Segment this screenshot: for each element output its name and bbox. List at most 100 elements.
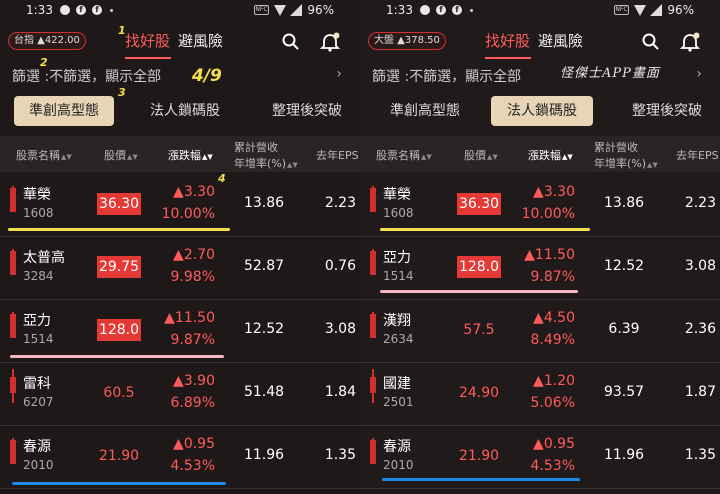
tab-find-stocks[interactable]: 找好股 xyxy=(485,30,530,51)
bell-icon[interactable] xyxy=(680,32,700,52)
wifi-icon xyxy=(634,5,646,16)
search-icon[interactable] xyxy=(641,32,661,52)
col-name[interactable]: 股票名稱▲▼ xyxy=(16,147,72,163)
highlight-underline-blue xyxy=(382,478,580,481)
col-price[interactable]: 股價▲▼ xyxy=(464,147,498,163)
annotation-2: 2 xyxy=(40,56,48,69)
index-badge[interactable]: 大盤 ▲378.50 xyxy=(368,32,446,50)
stock-price: 128.0 xyxy=(457,256,501,278)
facebook-icon: f xyxy=(76,5,86,15)
table-row[interactable]: 春源 2010 21.90 ▲0.95 4.53% 11.96 1.35 xyxy=(0,426,360,489)
stock-price: 36.30 xyxy=(97,193,141,215)
table-row[interactable]: 亞力 1514 128.0 ▲11.50 9.87% 12.52 3.08 xyxy=(0,300,360,363)
stock-name: 春源 xyxy=(23,439,51,455)
facebook-icon: f xyxy=(436,5,446,15)
revenue-yoy: 11.96 xyxy=(603,447,645,463)
last-year-eps: 2.23 xyxy=(324,195,356,211)
col-name-label: 股票名稱 xyxy=(376,149,420,162)
col-eps-label: 去年EPS xyxy=(676,149,719,162)
stock-name: 太普高 xyxy=(23,250,65,266)
index-badge[interactable]: 台指 ▲422.00 xyxy=(8,32,86,50)
stock-change-pct: 4.53% xyxy=(170,458,215,474)
col-price-label: 股價 xyxy=(464,149,486,162)
subtab-new-high[interactable]: 準創高型態 xyxy=(14,96,114,126)
table-header: 股票名稱▲▼ 股價▲▼ 漲跌幅▲▼ 累計營收 年增率(%)▲▼ 去年EPS xyxy=(360,136,720,172)
stock-price: 57.5 xyxy=(463,322,495,338)
stock-change: ▲3.30 xyxy=(533,184,575,200)
col-revenue-line2: 年增率(%)▲▼ xyxy=(594,155,658,171)
candle-icon xyxy=(370,377,376,393)
col-change[interactable]: 漲跌幅▲▼ xyxy=(528,147,573,163)
table-row[interactable]: 漢翔 2634 57.5 ▲4.50 8.49% 6.39 2.36 xyxy=(360,300,720,363)
stock-name: 雷科 xyxy=(23,376,51,392)
revenue-yoy: 11.96 xyxy=(243,447,285,463)
stock-price: 60.5 xyxy=(103,385,135,401)
sort-icon: ▲▼ xyxy=(421,153,432,161)
table-row[interactable]: 國建 2501 24.90 ▲1.20 5.06% 93.57 1.87 xyxy=(360,363,720,426)
search-icon[interactable] xyxy=(281,32,301,52)
wifi-icon xyxy=(274,5,286,16)
chevron-right-icon[interactable]: › xyxy=(336,66,342,82)
candle-icon xyxy=(370,314,376,338)
chat-icon xyxy=(60,5,70,15)
stock-change-pct: 4.53% xyxy=(530,458,575,474)
tab-find-stocks[interactable]: 找好股 xyxy=(125,30,170,51)
col-revenue[interactable]: 累計營收 xyxy=(234,139,278,155)
stock-change: ▲2.70 xyxy=(173,247,215,263)
annotation-1: 1 xyxy=(118,24,126,37)
stock-price: 24.90 xyxy=(458,385,500,401)
col-eps[interactable]: 去年EPS xyxy=(316,147,359,163)
table-row[interactable]: 太普高 3284 29.75 ▲2.70 9.98% 52.87 0.76 xyxy=(0,237,360,300)
handwritten-caption: 怪傑士APP畫面 xyxy=(560,66,660,81)
subtab-institutional[interactable]: 法人鎖碼股 xyxy=(491,96,593,126)
revenue-yoy: 12.52 xyxy=(243,321,285,337)
col-price[interactable]: 股價▲▼ xyxy=(104,147,138,163)
col-rev-label-2: 年增率(%) xyxy=(594,157,647,170)
subtab-breakout[interactable]: 整理後突破 xyxy=(262,96,352,126)
filter-bar[interactable]: 篩選 :不篩選，顯示全部 xyxy=(12,66,161,86)
stock-name: 國建 xyxy=(383,376,411,392)
signal-icon xyxy=(290,4,302,16)
facebook-icon: f xyxy=(452,5,462,15)
signal-icon xyxy=(650,4,662,16)
stock-price: 21.90 xyxy=(458,448,500,464)
last-year-eps: 2.36 xyxy=(684,321,716,337)
stock-code: 1514 xyxy=(383,269,414,283)
col-eps[interactable]: 去年EPS xyxy=(676,147,719,163)
stock-change-pct: 9.87% xyxy=(170,332,215,348)
subtab-breakout[interactable]: 整理後突破 xyxy=(622,96,712,126)
candle-icon xyxy=(370,188,376,212)
sort-icon: ▲▼ xyxy=(647,161,658,169)
col-name-label: 股票名稱 xyxy=(16,149,60,162)
col-rev-label-1: 累計營收 xyxy=(594,141,638,154)
col-name[interactable]: 股票名稱▲▼ xyxy=(376,147,432,163)
highlight-underline-yellow xyxy=(380,228,590,231)
sort-icon: ▲▼ xyxy=(487,153,498,161)
stock-code: 1608 xyxy=(383,206,414,220)
col-change[interactable]: 漲跌幅▲▼ xyxy=(168,147,213,163)
col-revenue-line2: 年增率(%)▲▼ xyxy=(234,155,298,171)
col-change-label: 漲跌幅 xyxy=(528,149,561,162)
stock-change: ▲4.50 xyxy=(533,310,575,326)
revenue-yoy: 12.52 xyxy=(603,258,645,274)
sort-icon: ▲▼ xyxy=(61,153,72,161)
stock-code: 1608 xyxy=(23,206,54,220)
subtab-institutional[interactable]: 法人鎖碼股 xyxy=(140,96,230,126)
notification-dot xyxy=(110,9,113,12)
tab-avoid-risk[interactable]: 避風險 xyxy=(538,30,583,51)
sort-desc-icon: ▲▼ xyxy=(562,153,573,161)
candle-icon xyxy=(10,314,16,338)
bell-icon[interactable] xyxy=(320,32,340,52)
chevron-right-icon[interactable]: › xyxy=(696,66,702,82)
col-revenue[interactable]: 累計營收 xyxy=(594,139,638,155)
stock-name: 華榮 xyxy=(383,187,411,203)
subtab-new-high[interactable]: 準創高型態 xyxy=(380,96,470,126)
candle-icon xyxy=(370,440,376,464)
col-change-label: 漲跌幅 xyxy=(168,149,201,162)
table-row[interactable]: 雷科 6207 60.5 ▲3.90 6.89% 51.48 1.84 xyxy=(0,363,360,426)
filter-bar[interactable]: 篩選 :不篩選，顯示全部 xyxy=(372,66,521,86)
annotation-3: 3 xyxy=(118,86,126,99)
tab-avoid-risk[interactable]: 避風險 xyxy=(178,30,223,51)
battery-level: 96% xyxy=(307,3,334,17)
stock-code: 2010 xyxy=(23,458,54,472)
